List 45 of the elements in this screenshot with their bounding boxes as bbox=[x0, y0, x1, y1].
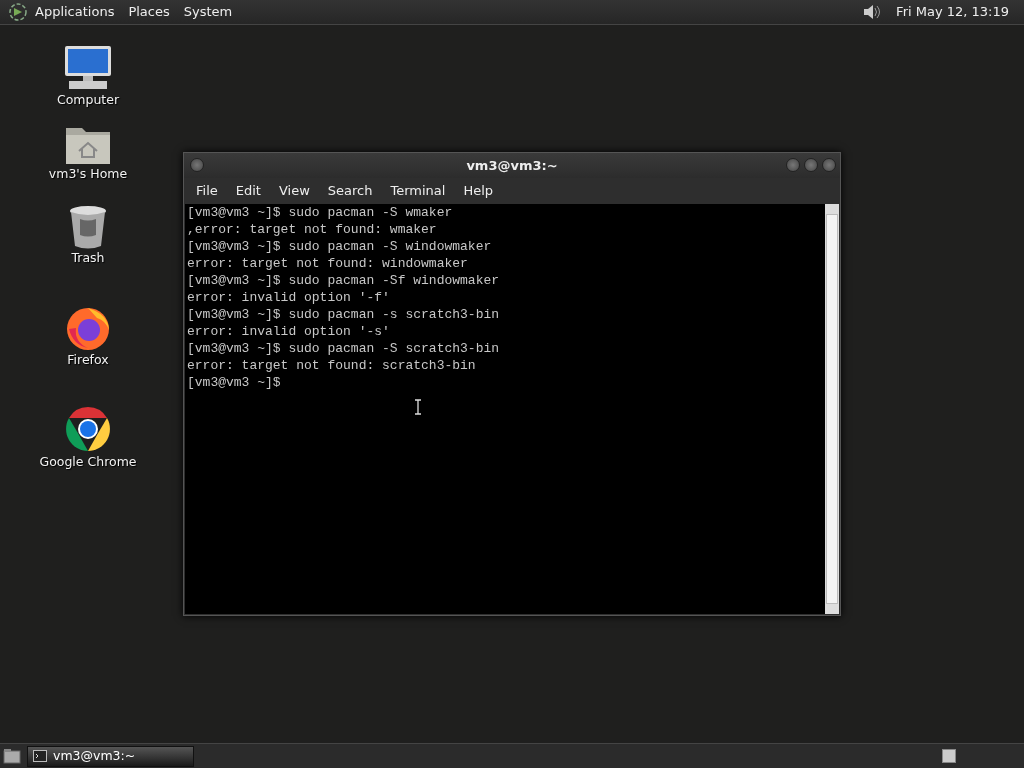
menu-item[interactable]: Terminal bbox=[381, 181, 455, 201]
panel-menu[interactable]: Places bbox=[121, 1, 177, 23]
window-title: vm3@vm3:~ bbox=[466, 156, 558, 175]
terminal-line: [vm3@vm3 ~]$ sudo pacman -S wmaker bbox=[187, 204, 453, 221]
firefox-icon[interactable] bbox=[65, 305, 111, 351]
icon-label[interactable]: Trash bbox=[71, 249, 105, 268]
maximize-button[interactable] bbox=[804, 158, 818, 172]
trash-icon[interactable] bbox=[68, 205, 108, 249]
menu-logo-icon[interactable] bbox=[8, 2, 28, 22]
terminal-line: error: target not found: windowmaker bbox=[187, 255, 468, 272]
terminal-line: [vm3@vm3 ~]$ sudo pacman -Sf windowmaker bbox=[187, 272, 500, 289]
show-desktop-icon[interactable] bbox=[3, 748, 21, 764]
terminal-line: [vm3@vm3 ~]$ sudo pacman -S scratch3-bin bbox=[187, 340, 500, 357]
menu-item[interactable]: Edit bbox=[226, 181, 270, 201]
minimize-button[interactable] bbox=[786, 158, 800, 172]
home-folder-icon[interactable] bbox=[65, 125, 111, 165]
scrollbar[interactable] bbox=[825, 204, 839, 614]
window-menu-button[interactable] bbox=[190, 158, 204, 172]
terminal-line: [vm3@vm3 ~]$ bbox=[187, 374, 281, 391]
scrollbar-thumb[interactable] bbox=[826, 214, 838, 604]
workspace-switcher[interactable] bbox=[942, 749, 956, 763]
volume-icon[interactable] bbox=[861, 2, 882, 22]
icon-label[interactable]: Computer bbox=[56, 91, 120, 110]
terminal-line: error: target not found: scratch3-bin bbox=[187, 357, 476, 374]
menu-item[interactable]: Help bbox=[454, 181, 503, 201]
terminal-line: ,error: target not found: wmaker bbox=[187, 221, 437, 238]
panel-menu[interactable]: Applications bbox=[28, 1, 122, 23]
icon-label[interactable]: Firefox bbox=[67, 351, 109, 370]
taskbar-button[interactable]: vm3@vm3:~ bbox=[27, 745, 194, 767]
panel-menu[interactable]: System bbox=[176, 1, 240, 23]
menu-item[interactable]: File bbox=[187, 181, 227, 201]
menu-item[interactable]: Search bbox=[318, 181, 382, 201]
icon-label[interactable]: Google Chrome bbox=[39, 453, 137, 472]
clock[interactable]: Fri May 12, 13:19 bbox=[889, 1, 1016, 23]
terminal-line: error: invalid option '-s' bbox=[187, 323, 390, 340]
terminal-line: [vm3@vm3 ~]$ sudo pacman -S windowmaker bbox=[187, 238, 492, 255]
terminal-line: [vm3@vm3 ~]$ sudo pacman -s scratch3-bin bbox=[187, 306, 500, 323]
text-cursor-icon bbox=[414, 399, 422, 415]
menu-item[interactable]: View bbox=[269, 181, 319, 201]
terminal-line: error: invalid option '-f' bbox=[187, 289, 390, 306]
terminal-icon bbox=[33, 750, 47, 762]
icon-label[interactable]: vm3's Home bbox=[48, 165, 128, 184]
chrome-icon[interactable] bbox=[64, 405, 112, 453]
close-button[interactable] bbox=[822, 158, 836, 172]
computer-icon[interactable] bbox=[63, 45, 113, 91]
